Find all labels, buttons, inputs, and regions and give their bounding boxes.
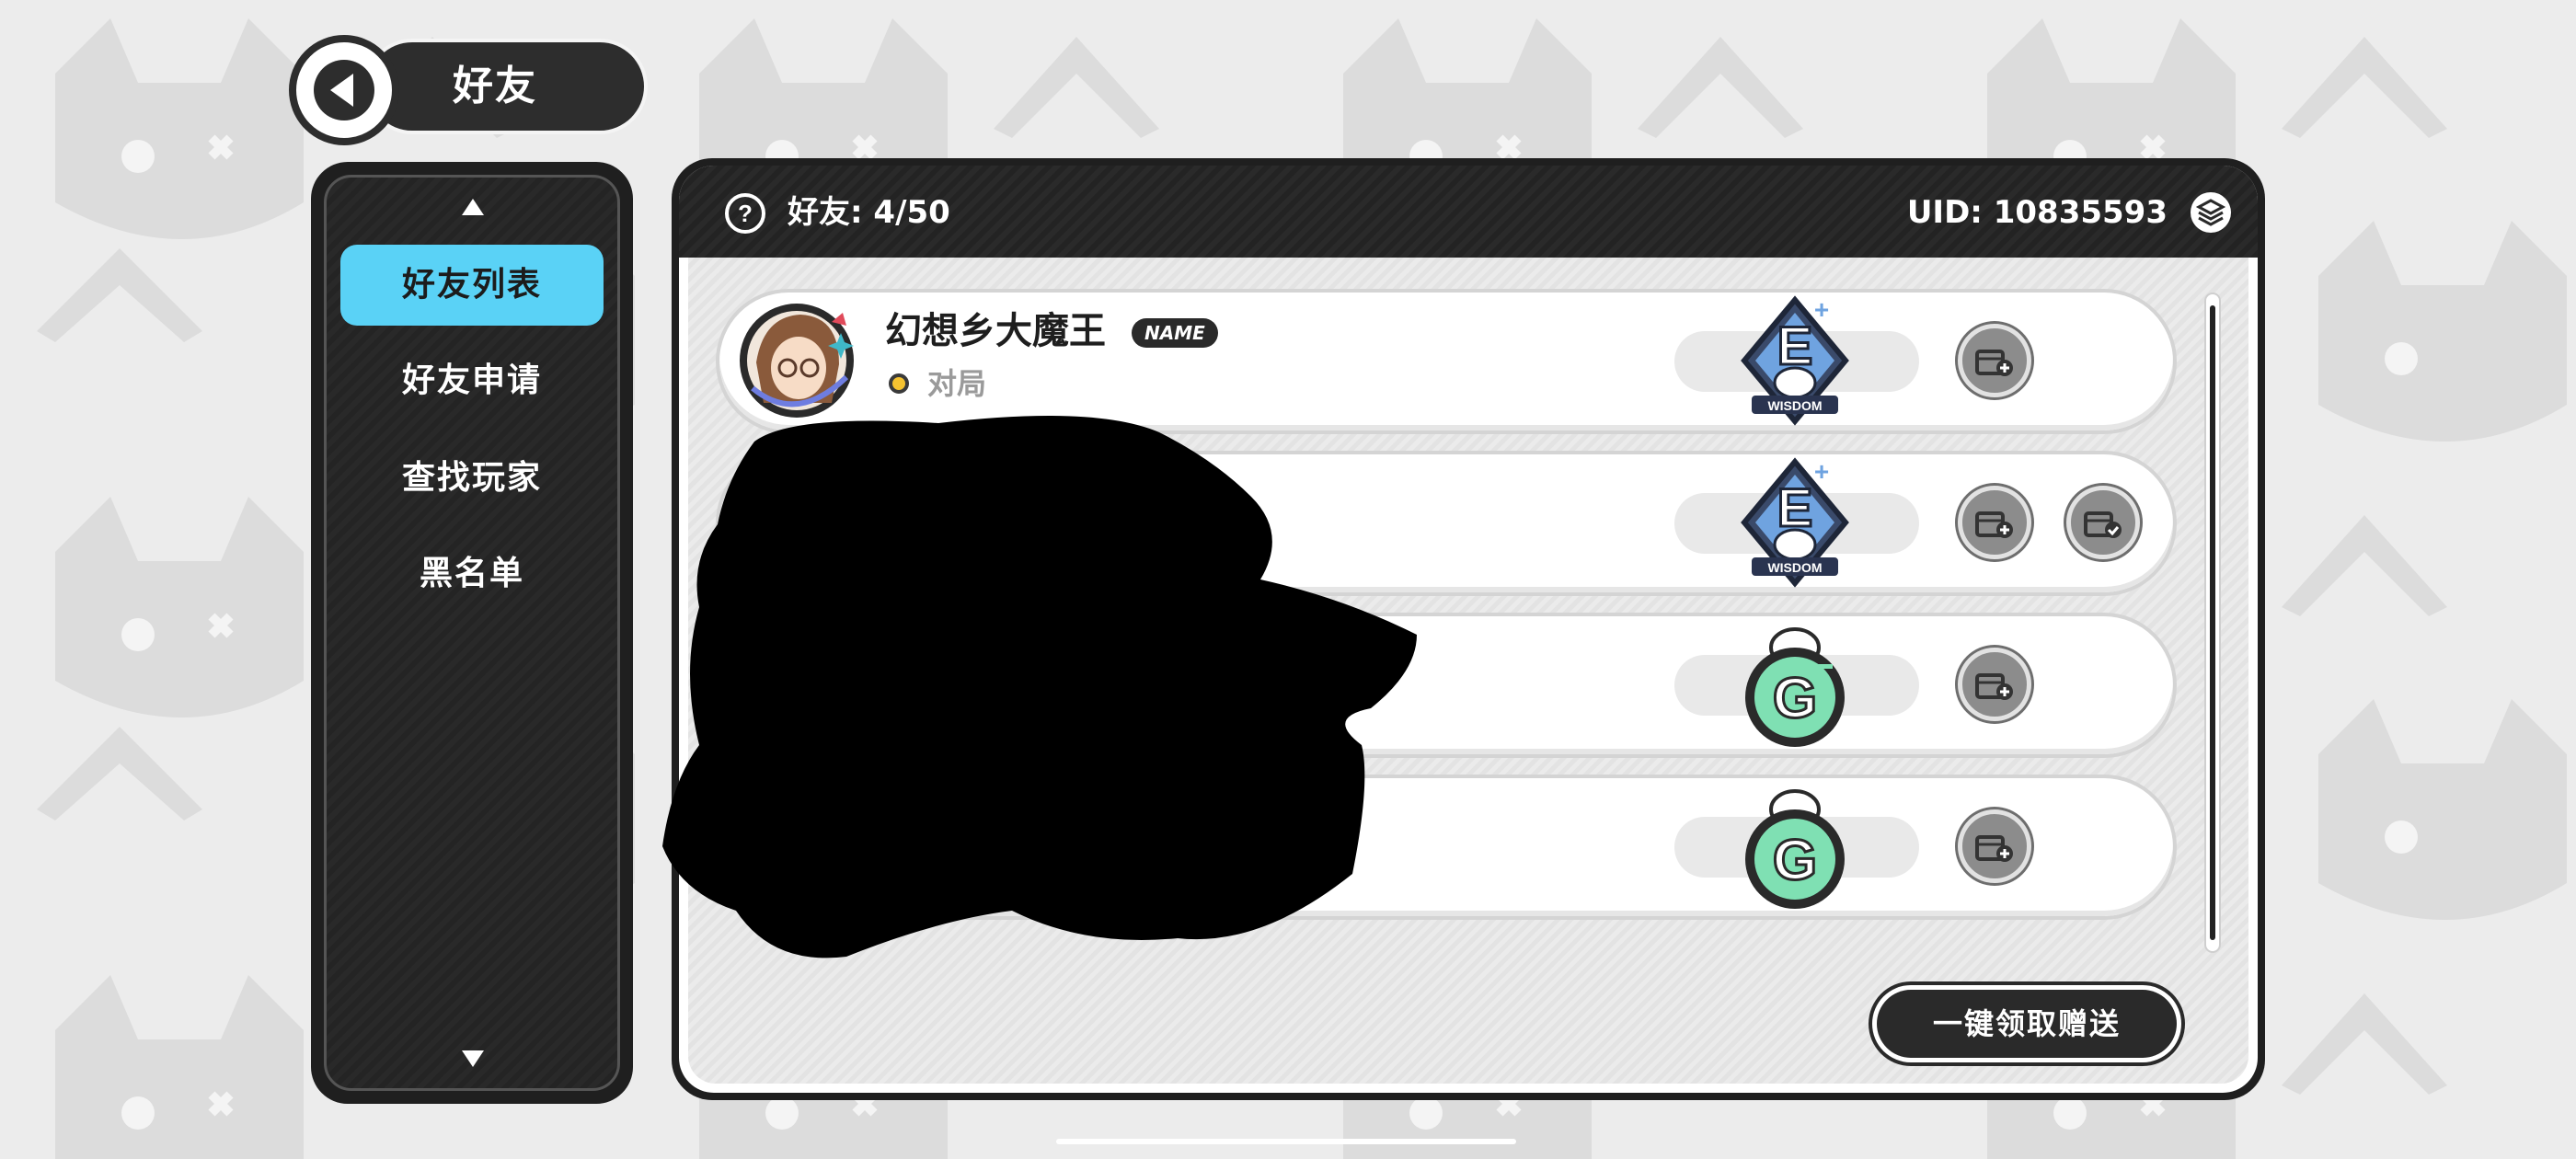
- sidebar-item-blacklist[interactable]: 黑名单: [340, 534, 604, 614]
- rank-g-icon: G: [1745, 789, 1845, 909]
- send-gift-icon: [1975, 673, 2013, 700]
- home-indicator: [1056, 1139, 1516, 1144]
- help-icon[interactable]: ?: [723, 191, 767, 235]
- sidebar-item-friend-list[interactable]: 好友列表: [340, 245, 604, 326]
- svg-text:+: +: [1814, 295, 1829, 324]
- status-dot: [889, 373, 909, 394]
- redaction-mask: [662, 416, 1417, 958]
- svg-text:G: G: [1773, 829, 1817, 892]
- send-gift-icon: [1975, 350, 2013, 376]
- sidebar-item-friend-requests[interactable]: 好友申请: [340, 340, 604, 421]
- rank-e-plus-icon: E + WISDOM: [1741, 457, 1849, 588]
- svg-text:+: +: [1814, 457, 1829, 486]
- triangle-down-icon[interactable]: [460, 1049, 486, 1069]
- triangle-up-icon[interactable]: [460, 197, 486, 217]
- send-gift-button[interactable]: [1958, 809, 2031, 883]
- back-arrow-icon: [314, 60, 374, 120]
- back-button[interactable]: [289, 35, 399, 145]
- svg-text:?: ?: [738, 200, 753, 227]
- receive-gift-button[interactable]: [2066, 486, 2140, 559]
- send-gift-button[interactable]: [1958, 648, 2031, 721]
- rank-banner-text: WISDOM: [1767, 398, 1822, 413]
- rank-banner-text: WISDOM: [1767, 560, 1822, 575]
- rank-g-minus-icon: G: [1745, 627, 1845, 747]
- send-gift-button[interactable]: [1958, 486, 2031, 559]
- name-tag-badge: NAME: [1132, 318, 1218, 348]
- friend-name: 幻想乡大魔王: [885, 310, 1106, 352]
- receive-gift-icon: [2084, 511, 2122, 538]
- send-gift-button[interactable]: [1958, 324, 2031, 397]
- scrollbar-thumb[interactable]: [2210, 305, 2215, 940]
- friend-count: 好友: 4/50: [788, 194, 950, 231]
- uid-label: UID: 10835593: [1906, 194, 2168, 231]
- svg-text:G: G: [1773, 667, 1817, 730]
- sidebar-item-find-player[interactable]: 查找玩家: [340, 438, 604, 519]
- claim-all-gifts-button[interactable]: 一键领取赠送: [1877, 990, 2177, 1058]
- page-title: 好友: [453, 63, 537, 109]
- layers-icon[interactable]: [2188, 189, 2234, 235]
- rank-e-plus-icon: E + WISDOM: [1741, 295, 1849, 426]
- send-gift-icon: [1975, 511, 2013, 538]
- send-gift-icon: [1975, 835, 2013, 862]
